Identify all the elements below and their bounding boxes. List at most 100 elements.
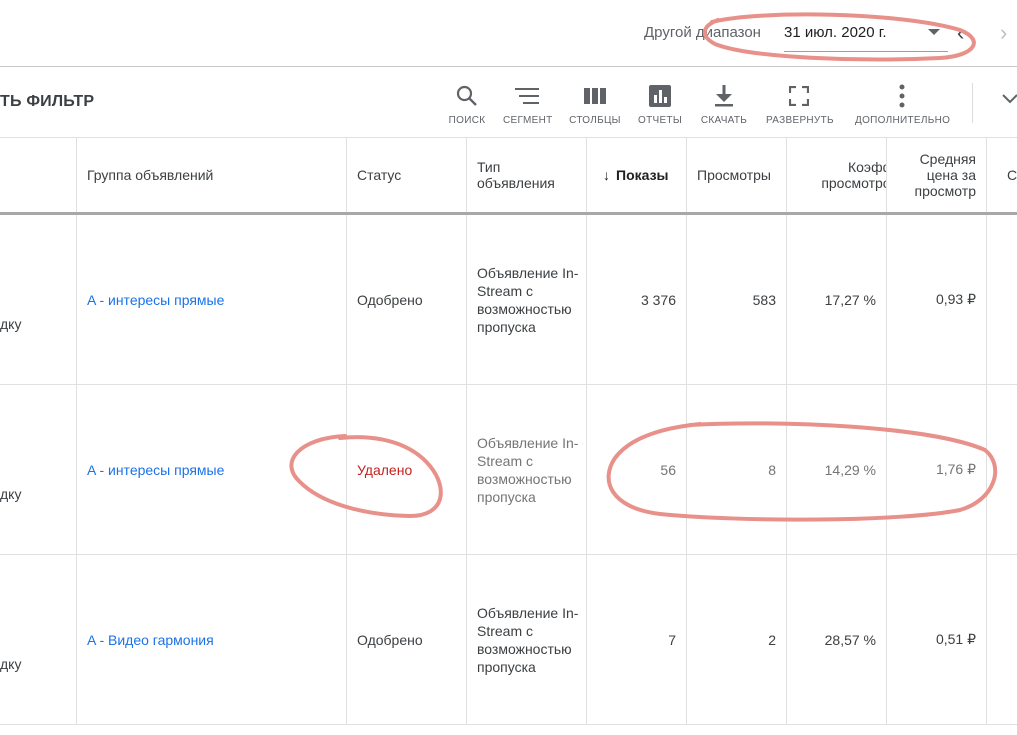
segment-icon <box>503 81 551 111</box>
avg-cpv-cell: 1,76 ₽ <box>887 385 987 554</box>
impressions-cell: 7 <box>587 555 687 724</box>
header-ad-group[interactable]: Группа объявлений <box>77 138 347 212</box>
chevron-down-icon[interactable] <box>1002 91 1017 109</box>
add-filter-button[interactable]: ТЬ ФИЛЬТР <box>0 93 94 111</box>
download-label: СКАЧАТЬ <box>700 115 748 126</box>
search-button[interactable]: ПОИСК <box>448 81 486 126</box>
header-avg-cpv-line1: Средняя <box>919 151 976 167</box>
views-cell: 583 <box>687 215 787 384</box>
table-toolbar: ТЬ ФИЛЬТР ПОИСК СЕГМЕНТ СТОЛБЦЫ ОТЧЕТЫ С… <box>0 67 1017 138</box>
reports-button[interactable]: ОТЧЕТЫ <box>638 81 682 126</box>
row-lead-cell: дку <box>0 385 77 554</box>
search-icon <box>448 81 486 111</box>
ad-type-line3: возможностью <box>477 640 572 657</box>
ad-group-link[interactable]: A - интересы прямые <box>87 462 224 478</box>
ad-group-link[interactable]: A - Видео гармония <box>87 632 214 648</box>
impressions-value: 3 376 <box>640 291 676 308</box>
header-ad-type-line2: объявления <box>477 175 555 191</box>
table-row: дку A - интересы прямые Одобрено Объявле… <box>0 215 1017 385</box>
header-next-col[interactable]: С <box>987 138 1017 212</box>
columns-label: СТОЛБЦЫ <box>569 115 621 126</box>
reports-icon <box>638 81 682 111</box>
avg-cpv-value: 1,76 ₽ <box>935 461 976 477</box>
impressions-value: 7 <box>668 631 676 648</box>
ad-type-line3: возможностью <box>477 470 572 487</box>
ad-group-link[interactable]: A - интересы прямые <box>87 292 224 308</box>
ad-type-line1: Объявление In- <box>477 434 579 451</box>
impressions-cell: 3 376 <box>587 215 687 384</box>
row-lead-cell: дку <box>0 555 77 724</box>
fullscreen-icon <box>766 81 832 111</box>
views-value: 2 <box>768 631 776 648</box>
date-range-label: Другой диапазон <box>644 24 761 41</box>
row-lead-text: дку <box>0 656 22 672</box>
row-lead-cell: дку <box>0 215 77 384</box>
table-row: дку A - интересы прямые Удалено Объявлен… <box>0 385 1017 555</box>
toolbar-divider <box>972 83 973 123</box>
status-cell: Удалено <box>347 385 467 554</box>
ad-group-cell: A - Видео гармония <box>77 555 347 724</box>
more-button[interactable]: ДОПОЛНИТЕЛЬНО <box>855 81 951 126</box>
row-lead-text: дку <box>0 316 22 332</box>
impressions-value: 56 <box>660 461 676 478</box>
date-select-underline <box>784 51 948 52</box>
ad-type-line1: Объявление In- <box>477 264 579 281</box>
header-view-rate-line2: просмотров <box>821 175 886 191</box>
views-value: 583 <box>752 291 776 308</box>
header-status[interactable]: Статус <box>347 138 467 212</box>
status-text: Одобрено <box>357 631 423 648</box>
view-rate-cell: 17,27 % <box>787 215 887 384</box>
row-lead-text: дку <box>0 486 22 502</box>
ad-type-cell: Объявление In- Stream с возможностью про… <box>467 555 587 724</box>
segment-label: СЕГМЕНТ <box>503 115 553 126</box>
segment-button[interactable]: СЕГМЕНТ <box>503 81 553 126</box>
ad-type-cell: Объявление In- Stream с возможностью про… <box>467 215 587 384</box>
fullscreen-label: РАЗВЕРНУТЬ <box>766 115 834 126</box>
view-rate-value: 14,29 % <box>824 461 876 478</box>
columns-icon <box>569 81 621 111</box>
ad-type-line4: пропуска <box>477 318 536 335</box>
view-rate-value: 17,27 % <box>824 291 876 308</box>
ad-type-line4: пропуска <box>477 658 536 675</box>
chevron-left-icon[interactable]: ‹ <box>957 22 964 44</box>
reports-label: ОТЧЕТЫ <box>638 115 682 126</box>
header-avg-cpv[interactable]: Средняя цена за просмотр <box>887 138 987 212</box>
header-impressions[interactable]: ↓ Показы <box>587 138 687 212</box>
date-range-bar: Другой диапазон 31 июл. 2020 г. ‹ › <box>0 0 1017 67</box>
search-label: ПОИСК <box>448 115 486 126</box>
impressions-cell: 56 <box>587 385 687 554</box>
more-label: ДОПОЛНИТЕЛЬНО <box>855 115 951 126</box>
arrow-down-icon: ↓ <box>603 167 610 183</box>
ad-type-cell: Объявление In- Stream с возможностью про… <box>467 385 587 554</box>
avg-cpv-cell: 0,51 ₽ <box>887 555 987 724</box>
header-avg-cpv-line2: цена за <box>926 167 976 183</box>
header-ad-group-label: Группа объявлений <box>87 167 214 183</box>
header-ad-type[interactable]: Тип объявления <box>467 138 587 212</box>
columns-button[interactable]: СТОЛБЦЫ <box>569 81 621 126</box>
download-button[interactable]: СКАЧАТЬ <box>699 81 749 126</box>
header-view-rate[interactable]: Коэфф. просмотров <box>787 138 887 212</box>
avg-cpv-value: 0,51 ₽ <box>935 631 976 647</box>
ad-type-line2: Stream с <box>477 452 534 469</box>
status-cell: Одобрено <box>347 555 467 724</box>
ad-type-line3: возможностью <box>477 300 572 317</box>
header-ad-type-line1: Тип <box>477 159 501 175</box>
date-range-select[interactable]: 31 июл. 2020 г. <box>784 22 948 52</box>
avg-cpv-cell: 0,93 ₽ <box>887 215 987 384</box>
ad-group-cell: A - интересы прямые <box>77 385 347 554</box>
chevron-right-icon[interactable]: › <box>1000 22 1007 44</box>
date-range-value: 31 июл. 2020 г. <box>784 24 887 41</box>
dropdown-caret-icon[interactable] <box>928 29 940 35</box>
ad-type-line2: Stream с <box>477 282 534 299</box>
more-vert-icon <box>855 81 949 111</box>
avg-cpv-value: 0,93 ₽ <box>935 291 976 307</box>
ad-type-line2: Stream с <box>477 622 534 639</box>
views-value: 8 <box>768 461 776 478</box>
view-rate-value: 28,57 % <box>824 631 876 648</box>
ad-group-cell: A - интересы прямые <box>77 215 347 384</box>
status-text: Одобрено <box>357 291 423 308</box>
header-status-label: Статус <box>357 167 402 183</box>
header-views[interactable]: Просмотры <box>687 138 787 212</box>
views-cell: 2 <box>687 555 787 724</box>
fullscreen-button[interactable]: РАЗВЕРНУТЬ <box>766 81 834 126</box>
